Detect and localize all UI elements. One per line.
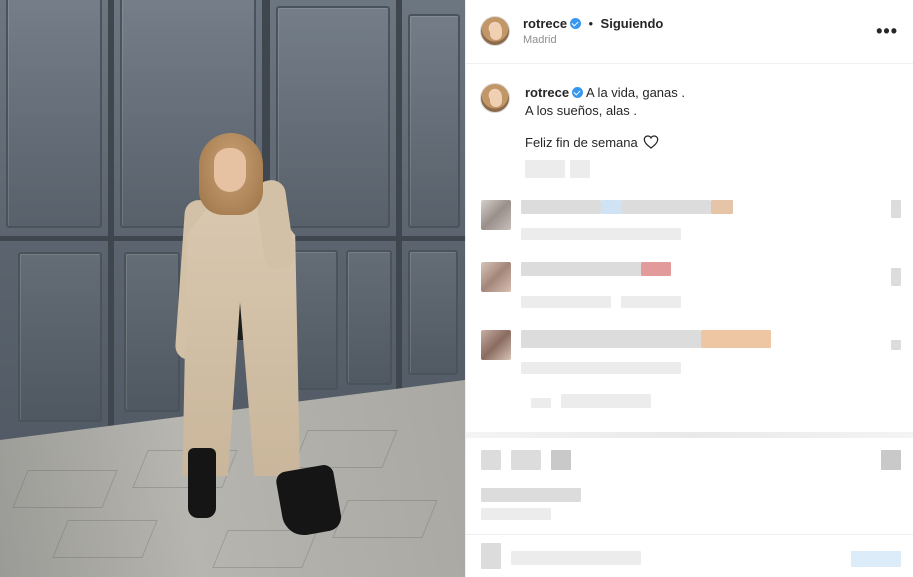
comment-icon[interactable]	[511, 450, 541, 470]
comment-avatar[interactable]	[481, 330, 511, 360]
caption-meta-blurred	[570, 160, 590, 178]
comment-text-blurred	[601, 200, 621, 214]
save-icon[interactable]	[881, 450, 901, 470]
section-divider	[466, 432, 913, 438]
publish-button[interactable]	[851, 551, 901, 567]
comment-text-blurred	[701, 330, 771, 348]
comment-text-blurred	[521, 262, 641, 276]
post-header: rotrece • Siguiendo Madrid •••	[466, 0, 913, 64]
comment-text-blurred	[521, 200, 601, 214]
separator-dot: •	[588, 16, 594, 31]
author-avatar[interactable]	[480, 16, 510, 46]
add-comment-input[interactable]	[511, 551, 641, 565]
comment-avatar[interactable]	[481, 200, 511, 230]
comment-text-blurred	[621, 200, 711, 214]
caption-timestamp-blurred	[525, 160, 565, 178]
comment-replies-blurred	[561, 394, 651, 408]
post-date-blurred	[481, 508, 551, 520]
comment-meta-blurred	[521, 296, 611, 308]
heart-outline-icon	[644, 135, 659, 149]
author-username[interactable]: rotrece	[523, 16, 567, 31]
add-comment-bar	[466, 534, 913, 577]
share-icon[interactable]	[551, 450, 571, 470]
comment-meta-blurred	[621, 296, 681, 308]
post-details-panel: rotrece • Siguiendo Madrid ••• rotrece A…	[465, 0, 913, 577]
comment-replies-blurred	[531, 398, 551, 408]
comment-text-blurred	[641, 262, 671, 276]
caption-avatar[interactable]	[480, 83, 510, 113]
more-horizontal-icon[interactable]: •••	[876, 22, 898, 40]
comment-text-blurred	[521, 330, 701, 348]
following-button[interactable]: Siguiendo	[601, 16, 664, 31]
comment-avatar[interactable]	[481, 262, 511, 292]
post-location[interactable]: Madrid	[523, 34, 557, 46]
caption-line-1: A la vida, ganas .	[585, 85, 685, 100]
verified-badge-icon	[570, 18, 582, 29]
caption: rotrece A la vida, ganas . A los sueños,…	[525, 84, 895, 152]
post-photo[interactable]	[0, 0, 465, 577]
caption-line-3: Feliz fin de semana	[525, 135, 638, 150]
comment-like-icon[interactable]	[891, 340, 901, 350]
comment-text-blurred	[711, 200, 733, 214]
caption-line-2: A los sueños, alas .	[525, 103, 638, 118]
comment-like-icon[interactable]	[891, 268, 901, 286]
comment-like-icon[interactable]	[891, 200, 901, 218]
likes-count-blurred[interactable]	[481, 488, 581, 502]
like-icon[interactable]	[481, 450, 501, 470]
comment-meta-blurred	[521, 228, 681, 240]
emoji-icon[interactable]	[481, 543, 501, 569]
verified-badge-icon	[572, 87, 584, 98]
comment-meta-blurred	[521, 362, 681, 374]
caption-username[interactable]: rotrece	[525, 85, 569, 100]
